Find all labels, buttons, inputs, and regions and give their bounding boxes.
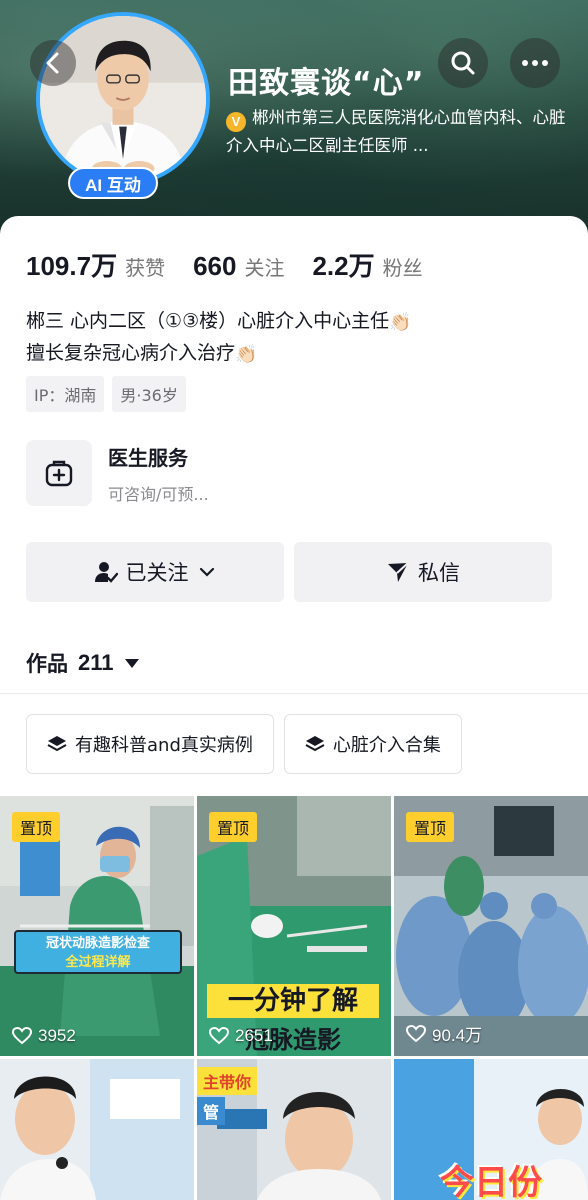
service-icon-box <box>26 440 92 506</box>
profile-tags: IP：湖南 男·36岁 <box>26 376 186 412</box>
following-label: 已关注 <box>125 561 189 585</box>
doctor-service[interactable]: 医生服务 可咨询/可预... <box>26 440 209 506</box>
send-icon <box>388 562 409 582</box>
stat-followers-value: 2.2万 <box>312 251 375 281</box>
video-tile[interactable]: 主带你 管 <box>197 1059 391 1200</box>
stat-following-value: 660 <box>193 251 237 281</box>
service-text: 医生服务 可咨询/可预... <box>108 442 209 505</box>
search-button[interactable] <box>438 38 488 88</box>
gender-age-tag: 男·36岁 <box>112 376 186 412</box>
stat-likes-label: 获赞 <box>125 256 166 280</box>
stat-followers[interactable]: 2.2万 粉丝 <box>312 246 422 283</box>
heart-icon <box>406 1024 426 1042</box>
works-label: 作品 <box>26 652 68 676</box>
stat-following[interactable]: 660 关注 <box>193 251 284 282</box>
more-dots-icon <box>522 60 548 66</box>
service-title: 医生服务 <box>108 445 188 470</box>
profile-name: 田致寰谈“心” <box>228 66 425 101</box>
collection-science[interactable]: 有趣科普and真实病例 <box>26 714 274 774</box>
collection-science-label: 有趣科普and真实病例 <box>75 735 253 756</box>
layers-icon <box>305 736 325 752</box>
profile-bio: 郴三 心内二区（①③楼）心脏介入中心主任👏🏻 擅长复杂冠心病介入治疗👏🏻 <box>26 306 412 370</box>
stats-row: 109.7万 获赞 660 关注 2.2万 粉丝 <box>26 246 451 283</box>
video-tile[interactable]: 今日份 <box>394 1059 588 1200</box>
pinned-badge: 置顶 <box>406 812 455 842</box>
video-tile[interactable]: 置顶 冠状动脉造影检查 全过程详解 3952 <box>0 796 194 1056</box>
works-tab[interactable]: 作品 211 <box>26 648 140 678</box>
verified-icon: V <box>226 112 246 132</box>
stat-likes-value: 109.7万 <box>26 251 118 281</box>
bio-line-1-text: 郴三 心内二区（①③楼）心脏介入中心主任 <box>26 310 390 332</box>
stat-followers-label: 粉丝 <box>382 256 423 280</box>
like-count: 2651 <box>209 1026 273 1046</box>
avatar[interactable] <box>36 12 210 186</box>
bio-line-2: 擅长复杂冠心病介入治疗👏🏻 <box>26 338 412 370</box>
banner-line-1: 冠状动脉造影检查 <box>45 936 150 951</box>
like-count: 90.4万 <box>406 1021 482 1046</box>
clap-emoji: 👏🏻 <box>235 344 258 365</box>
ip-location-tag: IP：湖南 <box>26 376 105 412</box>
like-count: 3952 <box>12 1026 76 1046</box>
verification-text: 郴州市第三人民医院消化心血管内科、心脏介入中心二区副主任医师 ... <box>226 108 566 155</box>
video-tag: 主带你 <box>197 1067 258 1095</box>
pinned-badge: 置顶 <box>209 812 258 842</box>
bio-line-2-text: 擅长复杂冠心病介入治疗 <box>26 342 236 364</box>
service-subtitle: 可咨询/可预... <box>108 484 209 504</box>
clap-emoji: 👏🏻 <box>389 312 412 333</box>
like-count-value: 2651 <box>235 1026 273 1045</box>
works-count: 211 <box>78 650 114 675</box>
video-banner: 冠状动脉造影检查 全过程详解 <box>14 930 182 974</box>
more-button[interactable] <box>510 38 560 88</box>
banner-line-2: 全过程详解 <box>65 955 131 970</box>
stat-following-label: 关注 <box>244 256 285 280</box>
back-button[interactable] <box>30 40 76 86</box>
collection-cardiac[interactable]: 心脏介入合集 <box>283 714 462 774</box>
user-check-icon <box>94 562 118 583</box>
video-title-overlay: 一分钟了解 <box>207 984 379 1018</box>
chevron-down-icon <box>199 567 214 577</box>
video-tile[interactable] <box>0 1059 194 1200</box>
video-tile[interactable]: 置顶 90.4万 <box>394 796 588 1056</box>
message-button[interactable]: 私信 <box>294 542 552 602</box>
following-button[interactable]: 已关注 <box>26 542 284 602</box>
video-tag-2: 管 <box>197 1097 226 1125</box>
layers-icon <box>47 736 67 752</box>
like-count-value: 3952 <box>38 1026 76 1045</box>
stat-likes[interactable]: 109.7万 获赞 <box>26 246 165 283</box>
collections-row: 有趣科普and真实病例 心脏介入合集 <box>26 714 462 774</box>
bio-line-1: 郴三 心内二区（①③楼）心脏介入中心主任👏🏻 <box>26 306 412 338</box>
video-thumbnail <box>0 1059 194 1200</box>
video-tile[interactable]: 置顶 一分钟了解 冠脉造影 2651 <box>197 796 391 1056</box>
search-icon <box>451 51 475 75</box>
heart-icon <box>12 1027 32 1045</box>
medical-kit-icon <box>45 460 73 487</box>
heart-icon <box>209 1027 229 1045</box>
like-count-value: 90.4万 <box>432 1026 483 1045</box>
avatar-photo <box>40 16 206 182</box>
chevron-left-icon <box>46 52 59 74</box>
message-label: 私信 <box>418 561 460 585</box>
verification-info: V 郴州市第三人民医院消化心血管内科、心脏介入中心二区副主任医师 ... <box>226 104 566 159</box>
ai-interact-badge[interactable]: AI 互动 <box>68 167 158 199</box>
profile-header: AI 互动 田致寰谈“心” V 郴州市第三人民医院消化心血管内科、心脏介入中心二区… <box>0 0 588 240</box>
video-title-overlay: 今日份 <box>440 1163 542 1200</box>
collection-cardiac-label: 心脏介入合集 <box>332 735 441 756</box>
caret-down-icon <box>124 659 139 668</box>
pinned-badge: 置顶 <box>12 812 61 842</box>
action-buttons: 已关注 私信 <box>26 542 552 602</box>
profile-card: 109.7万 获赞 660 关注 2.2万 粉丝 郴三 心内二区（①③楼）心脏介… <box>0 216 588 1200</box>
video-title-line-1: 一分钟了解 <box>227 986 358 1016</box>
section-divider <box>0 693 588 694</box>
